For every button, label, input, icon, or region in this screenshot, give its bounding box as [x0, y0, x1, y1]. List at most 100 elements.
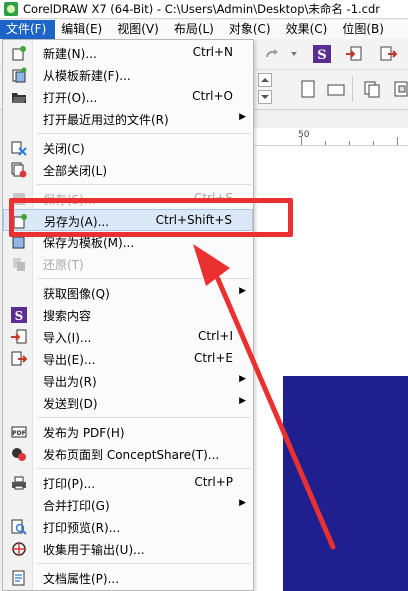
svg-text:PDF: PDF [12, 430, 25, 437]
menu-item-revert[interactable]: 还原(T) [3, 253, 253, 275]
close-doc-icon [11, 140, 27, 156]
menu-item-label: 导入(I)... [43, 331, 92, 345]
menu-item-acquire-image[interactable]: 获取图像(Q) ▶ [3, 282, 253, 304]
redo-icon[interactable] [262, 44, 282, 64]
submenu-arrow-icon: ▶ [239, 396, 246, 406]
revert-icon [11, 256, 27, 272]
file-menu-dropdown: 新建(N)... Ctrl+N 从模板新建(F)... 打开(O)... Ctr… [2, 39, 254, 591]
menu-item-label: 全部关闭(L) [43, 164, 108, 178]
menu-bar: 文件(F) 编辑(E) 视图(V) 布局(L) 对象(C) 效果(C) 位图(B… [0, 20, 408, 39]
menu-layout[interactable]: 布局(L) [168, 20, 223, 39]
menu-separator [37, 468, 251, 469]
menu-separator [37, 184, 251, 185]
menu-item-print-merge[interactable]: 合并打印(G) ▶ [3, 494, 253, 516]
menu-bitmaps[interactable]: 位图(B) [336, 20, 393, 39]
svg-text:S: S [15, 309, 24, 323]
title-bar: CorelDRAW X7 (64-Bit) - C:\Users\Admin\D… [0, 0, 408, 19]
menu-item-label: 打印(P)... [43, 477, 96, 491]
menu-item-label: 发送到(D) [43, 397, 98, 411]
print-icon [11, 475, 27, 491]
menu-item-import[interactable]: 导入(I)... Ctrl+I [3, 326, 253, 348]
horizontal-ruler: 50 [253, 128, 408, 146]
menu-view[interactable]: 视图(V) [111, 20, 168, 39]
pdf-icon: PDF [11, 424, 27, 440]
menu-item-open-recent[interactable]: 打开最近用过的文件(R) ▶ [3, 108, 253, 130]
new-doc-icon [11, 45, 27, 61]
menu-item-label: 打开(O)... [43, 91, 98, 105]
toolbar-divider [352, 76, 353, 102]
menu-item-document-properties[interactable]: 文档属性(P)... [3, 567, 253, 589]
menu-separator [37, 133, 251, 134]
import-icon[interactable] [344, 44, 364, 64]
menu-separator [37, 563, 251, 564]
print-preview-icon [11, 519, 27, 535]
portrait-icon[interactable] [298, 79, 318, 99]
menu-separator [37, 278, 251, 279]
menu-object[interactable]: 对象(C) [223, 20, 280, 39]
submenu-arrow-icon: ▶ [239, 374, 246, 384]
menu-item-label: 还原(T) [43, 258, 84, 272]
menu-item-shortcut: Ctrl+O [192, 89, 233, 103]
current-page-icon[interactable] [390, 79, 408, 99]
submenu-arrow-icon: ▶ [239, 498, 246, 508]
submenu-arrow-icon: ▶ [239, 286, 246, 296]
export-icon [11, 351, 27, 367]
menu-edit[interactable]: 编辑(E) [55, 20, 111, 39]
window-title: CorelDRAW X7 (64-Bit) - C:\Users\Admin\D… [23, 2, 381, 16]
conceptshare-icon [11, 446, 27, 462]
menu-item-publish-pdf[interactable]: PDF 发布为 PDF(H) [3, 421, 253, 443]
menu-item-label: 搜索内容 [43, 309, 92, 323]
menu-file[interactable]: 文件(F) [0, 20, 56, 39]
menu-item-label: 合并打印(G) [43, 499, 110, 513]
canvas-blue-rectangle[interactable] [283, 376, 408, 591]
menu-item-export[interactable]: 导出(E)... Ctrl+E [3, 348, 253, 370]
annotation-highlight-box [9, 198, 293, 237]
menu-item-label: 发布页面到 ConceptShare(T)... [43, 448, 220, 462]
landscape-icon[interactable] [326, 79, 346, 99]
menu-item-label: 导出(E)... [43, 353, 96, 367]
menu-item-shortcut: Ctrl+P [194, 475, 233, 489]
menu-item-publish-conceptshare[interactable]: 发布页面到 ConceptShare(T)... [3, 443, 253, 465]
coreldraw-logo-icon [4, 2, 18, 16]
menu-item-label: 获取图像(Q) [43, 287, 110, 301]
menu-item-label: 关闭(C) [43, 142, 85, 156]
menu-item-label: 文档属性(P)... [43, 572, 120, 586]
search-content-icon[interactable]: S [312, 44, 332, 64]
menu-item-close-all[interactable]: 全部关闭(L) [3, 159, 253, 181]
submenu-arrow-icon: ▶ [239, 112, 246, 122]
open-folder-icon [11, 89, 27, 105]
menu-item-print[interactable]: 打印(P)... Ctrl+P [3, 472, 253, 494]
document-properties-icon [11, 570, 27, 586]
export-icon[interactable] [378, 44, 398, 64]
all-pages-icon[interactable] [362, 79, 382, 99]
redo-dropdown-icon[interactable] [284, 44, 304, 64]
menu-item-close[interactable]: 关闭(C) [3, 137, 253, 159]
spinner-up-icon[interactable] [258, 73, 272, 87]
menu-item-shortcut: Ctrl+I [198, 329, 233, 343]
template-icon [11, 67, 27, 83]
menu-effects[interactable]: 效果(C) [280, 20, 337, 39]
menu-item-label: 收集用于输出(U)... [43, 543, 145, 557]
menu-item-new[interactable]: 新建(N)... Ctrl+N [3, 42, 253, 64]
ruler-tick [373, 141, 374, 145]
ruler-label: 50 [298, 130, 310, 140]
menu-item-print-preview[interactable]: 打印预览(R)... [3, 516, 253, 538]
collect-output-icon [11, 541, 27, 557]
menu-item-open[interactable]: 打开(O)... Ctrl+O [3, 86, 253, 108]
menu-item-shortcut: Ctrl+N [192, 45, 233, 59]
menu-item-label: 发布为 PDF(H) [43, 426, 125, 440]
menu-item-collect-for-output[interactable]: 收集用于输出(U)... [3, 538, 253, 560]
ruler-tick [349, 141, 350, 145]
spinner-down-icon[interactable] [258, 90, 272, 104]
search-content-icon: S [11, 307, 27, 323]
menu-separator [37, 417, 251, 418]
menu-item-export-for[interactable]: 导出为(R) ▶ [3, 370, 253, 392]
menu-item-search-content[interactable]: S 搜索内容 [3, 304, 253, 326]
menu-item-send-to[interactable]: 发送到(D) ▶ [3, 392, 253, 414]
menu-item-label: 打开最近用过的文件(R) [43, 113, 169, 127]
ruler-tick [325, 141, 326, 145]
menu-item-new-from-template[interactable]: 从模板新建(F)... [3, 64, 253, 86]
import-icon [11, 329, 27, 345]
menu-item-label: 新建(N)... [43, 47, 97, 61]
ruler-tick [397, 137, 398, 145]
